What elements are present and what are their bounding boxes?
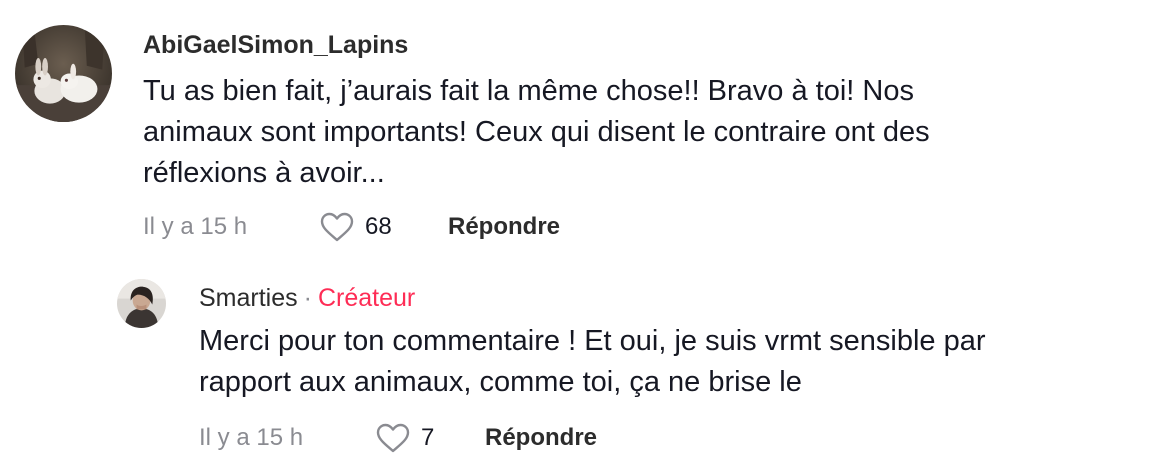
comment-text-line: réflexions à avoir... (143, 157, 385, 189)
reply-text-line: Merci pour ton commentaire ! Et oui, je … (199, 325, 986, 357)
comments-panel: AbiGaelSimon_Lapins Tu as bien fait, j’a… (0, 0, 1152, 458)
heart-outline-icon (376, 423, 410, 453)
separator-dot: · (303, 284, 312, 312)
reply-button[interactable]: Répondre (448, 213, 560, 241)
creator-badge: Créateur (317, 284, 416, 312)
comment-meta: Il y a 15 h 68 Répondre (143, 211, 560, 243)
reply-meta: Il y a 15 h 7 Répondre (199, 422, 597, 454)
comment-timestamp: Il y a 15 h (143, 213, 248, 240)
avatar[interactable] (117, 279, 166, 328)
like-count: 68 (365, 213, 392, 240)
heart-outline-icon (320, 212, 354, 242)
user-photo-avatar-icon (117, 279, 166, 328)
reply-username[interactable]: Smarties (199, 284, 298, 312)
reply-header: Smarties · Créateur (199, 284, 415, 313)
comment-text: Tu as bien fait, j’aurais fait la même c… (143, 71, 1143, 194)
like-button[interactable]: 68 (319, 211, 448, 243)
reply-text: Merci pour ton commentaire ! Et oui, je … (199, 321, 1139, 403)
like-count: 7 (421, 424, 435, 451)
avatar[interactable] (15, 25, 112, 122)
like-button[interactable]: 7 (375, 422, 485, 454)
rabbits-avatar-icon (15, 25, 112, 122)
comment-text-line: animaux sont importants! Ceux qui disent… (143, 116, 930, 148)
reply-timestamp: Il y a 15 h (199, 424, 304, 451)
comment-text-line: Tu as bien fait, j’aurais fait la même c… (143, 75, 914, 107)
reply-button[interactable]: Répondre (485, 424, 597, 452)
comment-username[interactable]: AbiGaelSimon_Lapins (143, 31, 408, 60)
reply-text-line: rapport aux animaux, comme toi, ça ne br… (199, 366, 802, 398)
